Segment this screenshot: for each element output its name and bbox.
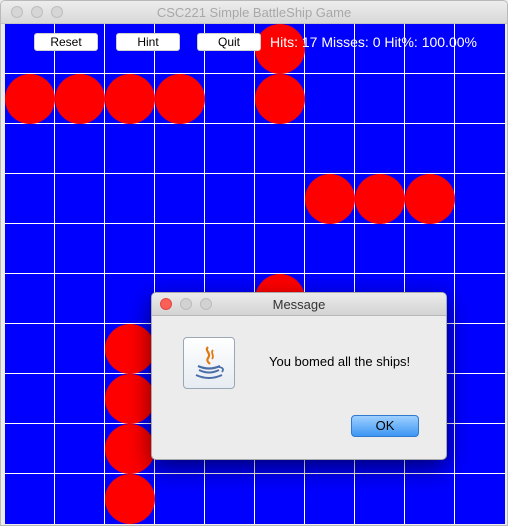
message-dialog: Message You bomed all the ships! OK bbox=[151, 292, 447, 460]
window-title: CSC221 Simple BattleShip Game bbox=[156, 5, 352, 20]
hit-marker bbox=[355, 174, 405, 224]
hit-marker bbox=[255, 74, 305, 124]
hit-marker bbox=[5, 74, 55, 124]
hit-marker bbox=[305, 174, 355, 224]
ok-button[interactable]: OK bbox=[351, 415, 419, 437]
hit-marker bbox=[105, 74, 155, 124]
dialog-message: You bomed all the ships! bbox=[269, 354, 411, 369]
grid-line-horizontal bbox=[5, 273, 505, 274]
hit-marker bbox=[105, 324, 155, 374]
window-titlebar: CSC221 Simple BattleShip Game bbox=[1, 1, 507, 24]
quit-button[interactable]: Quit bbox=[197, 33, 261, 51]
grid-line-vertical bbox=[454, 24, 455, 524]
java-coffee-cup-icon bbox=[183, 337, 235, 389]
grid-line-horizontal bbox=[5, 473, 505, 474]
dialog-title: Message bbox=[272, 297, 326, 312]
hit-marker bbox=[105, 424, 155, 474]
hit-marker bbox=[105, 374, 155, 424]
hit-marker bbox=[155, 74, 205, 124]
dialog-titlebar: Message bbox=[152, 293, 446, 316]
score-status: Hits: 17 Misses: 0 Hit%: 100.00% bbox=[270, 34, 477, 50]
reset-button[interactable]: Reset bbox=[34, 33, 98, 51]
hint-button[interactable]: Hint bbox=[116, 33, 180, 51]
hit-marker bbox=[55, 74, 105, 124]
hit-marker bbox=[405, 174, 455, 224]
hit-marker bbox=[105, 474, 155, 524]
